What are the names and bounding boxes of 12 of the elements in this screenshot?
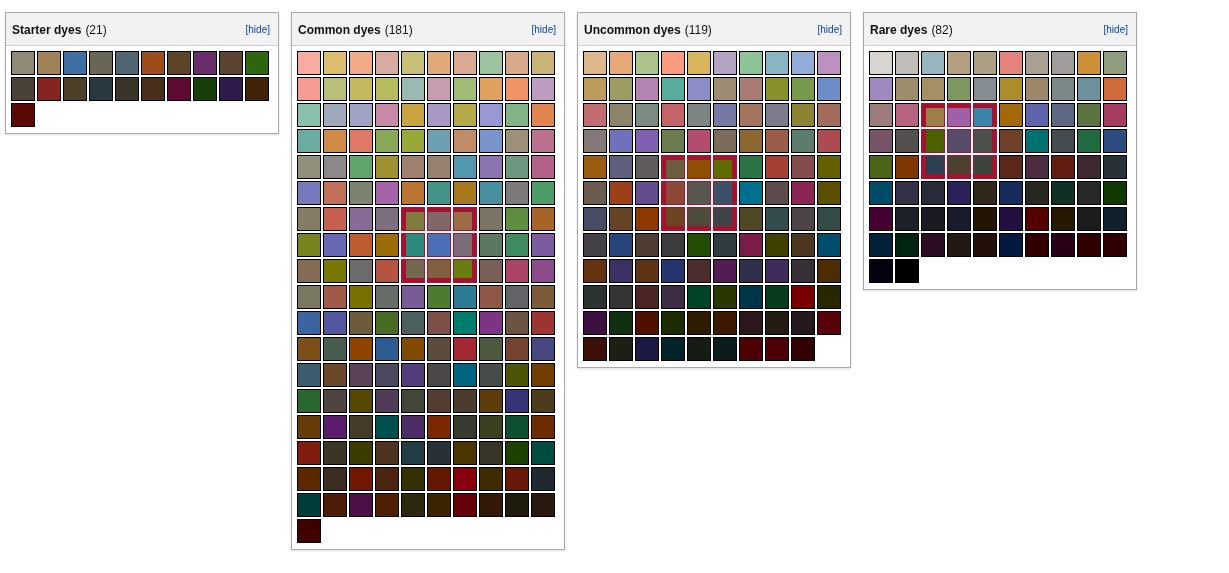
panel-count: (119)	[684, 23, 712, 37]
panel-count: (82)	[931, 23, 953, 37]
hide-link[interactable]: [hide]	[817, 23, 842, 35]
panel-title: Rare dyes	[870, 23, 928, 37]
panel-count: (181)	[384, 23, 413, 37]
panel-title: Common dyes	[298, 23, 381, 37]
panel-title: Starter dyes	[12, 23, 82, 37]
panel-count: (21)	[85, 23, 107, 37]
hide-link[interactable]: [hide]	[531, 23, 556, 35]
hide-link[interactable]: [hide]	[245, 23, 270, 35]
panel-title: Uncommon dyes	[584, 23, 681, 37]
hide-link[interactable]: [hide]	[1103, 23, 1128, 35]
